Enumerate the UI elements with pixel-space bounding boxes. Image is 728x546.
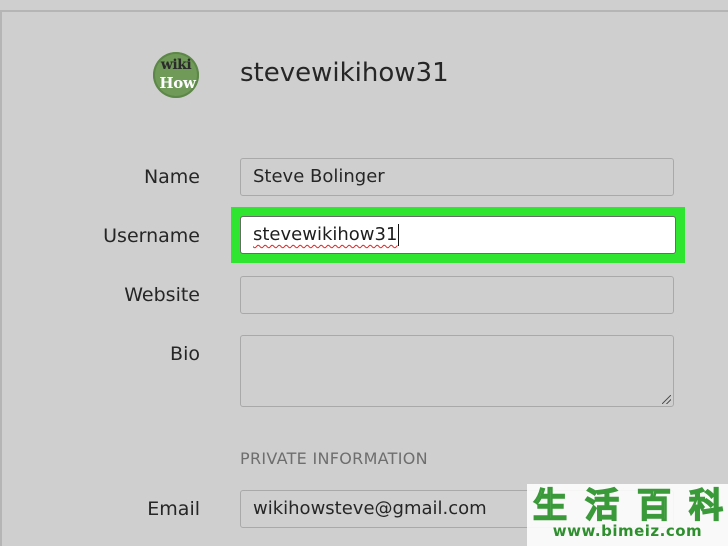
resize-grip-icon[interactable] bbox=[662, 395, 671, 404]
bio-textarea[interactable] bbox=[240, 335, 674, 407]
watermark-char: 百 bbox=[636, 485, 672, 527]
profile-username-heading: stevewikihow31 bbox=[240, 58, 449, 88]
email-label: Email bbox=[147, 498, 200, 520]
watermark-url: www.bimeiz.com bbox=[552, 522, 703, 540]
username-field[interactable]: stevewikihow31 bbox=[240, 216, 676, 254]
website-label: Website bbox=[124, 284, 200, 306]
left-divider bbox=[0, 10, 2, 546]
name-field[interactable]: Steve Bolinger bbox=[240, 158, 674, 196]
username-label: Username bbox=[103, 225, 200, 247]
top-divider bbox=[0, 10, 728, 12]
watermark-char: 科 bbox=[688, 485, 724, 527]
edit-profile-page: wiki How stevewikihow31 Name Steve Bolin… bbox=[0, 0, 728, 546]
bio-label: Bio bbox=[170, 343, 200, 365]
username-field-value: stevewikihow31 bbox=[253, 224, 398, 245]
private-information-header: PRIVATE INFORMATION bbox=[240, 449, 428, 468]
email-field-value: wikihowsteve@gmail.com bbox=[253, 498, 487, 519]
text-caret bbox=[398, 224, 400, 246]
name-label: Name bbox=[143, 166, 200, 188]
watermark-characters: 生 活 百 科 bbox=[532, 485, 724, 527]
avatar-logo-top-text: wiki bbox=[160, 57, 192, 73]
watermark-char: 生 bbox=[532, 485, 568, 527]
profile-avatar[interactable]: wiki How bbox=[153, 52, 199, 98]
website-field[interactable] bbox=[240, 276, 674, 314]
watermark: 生 活 百 科 www.bimeiz.com bbox=[527, 484, 728, 546]
watermark-char: 活 bbox=[584, 485, 620, 527]
avatar-logo-bottom-text: How bbox=[159, 74, 196, 92]
name-field-value: Steve Bolinger bbox=[253, 166, 385, 187]
